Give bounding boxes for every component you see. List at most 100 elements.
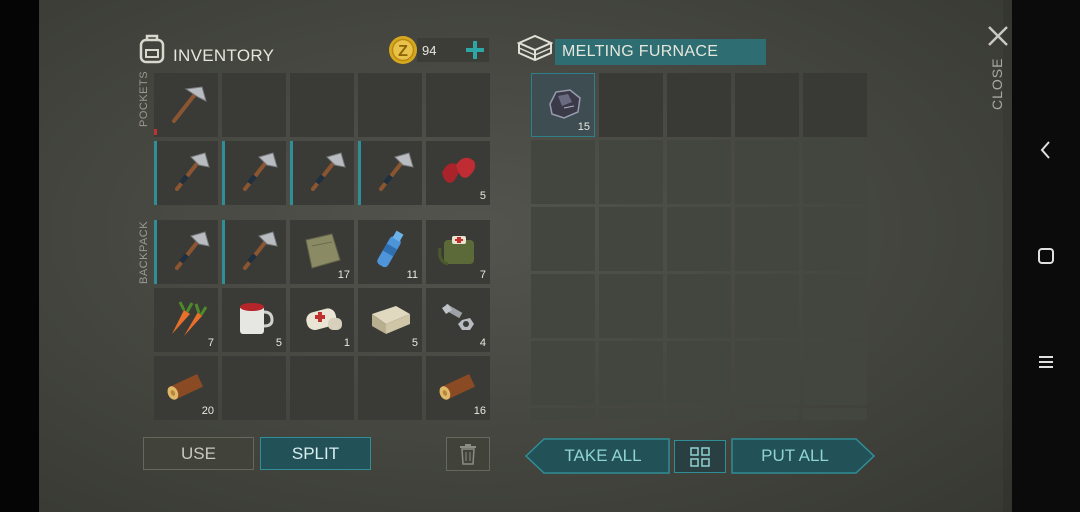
- inventory-slot[interactable]: 1: [290, 288, 354, 352]
- system-nav-bar: [1012, 0, 1080, 512]
- inventory-slot[interactable]: [222, 73, 286, 137]
- container-slot[interactable]: [803, 341, 867, 405]
- svg-text:Z: Z: [398, 43, 408, 60]
- inventory-slot[interactable]: [290, 141, 354, 205]
- log-icon: [439, 373, 476, 400]
- bolts-nuts-icon: [442, 303, 474, 330]
- hatchet-icon: [243, 231, 278, 270]
- container-slot[interactable]: [667, 408, 731, 420]
- home-icon: [1038, 248, 1054, 264]
- container-slot[interactable]: [803, 140, 867, 204]
- add-coins-button[interactable]: [463, 38, 487, 62]
- inventory-slot[interactable]: 5: [222, 288, 286, 352]
- inventory-title: INVENTORY: [173, 46, 275, 65]
- container-slot[interactable]: [667, 140, 731, 204]
- inventory-slot[interactable]: 17: [290, 220, 354, 284]
- sort-grid-button[interactable]: [674, 440, 726, 473]
- container-grid: 15: [531, 73, 867, 420]
- container-slot[interactable]: [803, 274, 867, 338]
- container-slot[interactable]: [531, 140, 595, 204]
- inventory-slot[interactable]: 11: [358, 220, 422, 284]
- inventory-slot[interactable]: 7: [426, 220, 490, 284]
- bandage-icon: [306, 308, 342, 331]
- container-slot[interactable]: [531, 408, 595, 420]
- back-button[interactable]: [1026, 130, 1066, 170]
- container-slot[interactable]: 15: [531, 73, 595, 137]
- container-slot[interactable]: [531, 207, 595, 271]
- item-quantity: 20: [201, 405, 214, 417]
- container-slot[interactable]: [667, 207, 731, 271]
- inventory-slot[interactable]: [222, 356, 286, 420]
- put-all-button[interactable]: PUT ALL: [731, 438, 875, 474]
- item-quantity: 5: [275, 337, 282, 349]
- home-button[interactable]: [1026, 236, 1066, 276]
- inventory-slot[interactable]: [222, 141, 286, 205]
- trash-icon: [460, 444, 476, 465]
- container-slot[interactable]: [803, 408, 867, 420]
- close-icon: [988, 26, 1008, 46]
- inventory-slot[interactable]: [290, 73, 354, 137]
- item-quantity: 7: [207, 337, 214, 349]
- container-slot[interactable]: [735, 73, 799, 137]
- container-slot[interactable]: [735, 207, 799, 271]
- container-slot[interactable]: [531, 274, 595, 338]
- take-all-button[interactable]: TAKE ALL: [525, 438, 670, 474]
- inventory-slot[interactable]: 4: [426, 288, 490, 352]
- item-quantity: 5: [479, 190, 486, 202]
- delete-button[interactable]: [446, 437, 490, 471]
- cloth-icon: [305, 233, 341, 269]
- inventory-slot[interactable]: [358, 141, 422, 205]
- inventory-slot[interactable]: [154, 73, 218, 137]
- item-quantity: 17: [337, 269, 350, 281]
- item-quantity: 5: [411, 337, 418, 349]
- pockets-label: POCKETS: [138, 70, 150, 127]
- left-bezel: [0, 0, 39, 512]
- plus-icon: [466, 41, 484, 59]
- inventory-slot[interactable]: [358, 356, 422, 420]
- inventory-slot[interactable]: [358, 73, 422, 137]
- container-slot[interactable]: [735, 408, 799, 420]
- hatchet-icon: [379, 152, 414, 191]
- pickaxe-icon: [172, 86, 207, 123]
- inventory-slot[interactable]: 7: [154, 288, 218, 352]
- inventory-slot[interactable]: [222, 220, 286, 284]
- hatchet-icon: [311, 152, 346, 191]
- log-icon: [167, 373, 204, 400]
- use-button[interactable]: USE: [143, 437, 254, 470]
- inventory-slot[interactable]: 5: [358, 288, 422, 352]
- backpack-label: BACKPACK: [138, 220, 150, 284]
- inventory-slot[interactable]: [154, 141, 218, 205]
- container-slot[interactable]: [803, 207, 867, 271]
- container-slot[interactable]: [735, 341, 799, 405]
- put-all-label: PUT ALL: [761, 446, 829, 465]
- container-slot[interactable]: [599, 408, 663, 420]
- container-slot[interactable]: [735, 140, 799, 204]
- item-quantity: 15: [577, 121, 590, 133]
- container-slot[interactable]: [735, 274, 799, 338]
- container-slot[interactable]: [667, 274, 731, 338]
- inventory-slot[interactable]: 16: [426, 356, 490, 420]
- inventory-slot[interactable]: [290, 356, 354, 420]
- inventory-slot[interactable]: [154, 220, 218, 284]
- container-slot[interactable]: [599, 274, 663, 338]
- inventory-slot[interactable]: [426, 73, 490, 137]
- hatchet-icon: [243, 152, 278, 191]
- close-label: CLOSE: [989, 57, 1005, 110]
- inventory-slot[interactable]: 5: [426, 141, 490, 205]
- inventory-slot[interactable]: 20: [154, 356, 218, 420]
- close-button[interactable]: CLOSE: [983, 22, 1013, 114]
- container-slot[interactable]: [599, 341, 663, 405]
- container-slot[interactable]: [531, 341, 595, 405]
- container-slot[interactable]: [599, 73, 663, 137]
- container-slot[interactable]: [667, 341, 731, 405]
- container-slot[interactable]: [803, 73, 867, 137]
- container-slot[interactable]: [599, 207, 663, 271]
- take-all-label: TAKE ALL: [564, 446, 642, 465]
- first-aid-bag-icon: [438, 236, 474, 266]
- recents-button[interactable]: [1026, 342, 1066, 382]
- container-slot[interactable]: [599, 140, 663, 204]
- split-button[interactable]: SPLIT: [260, 437, 371, 470]
- hatchet-icon: [175, 231, 210, 270]
- mug-icon: [240, 303, 274, 334]
- container-slot[interactable]: [667, 73, 731, 137]
